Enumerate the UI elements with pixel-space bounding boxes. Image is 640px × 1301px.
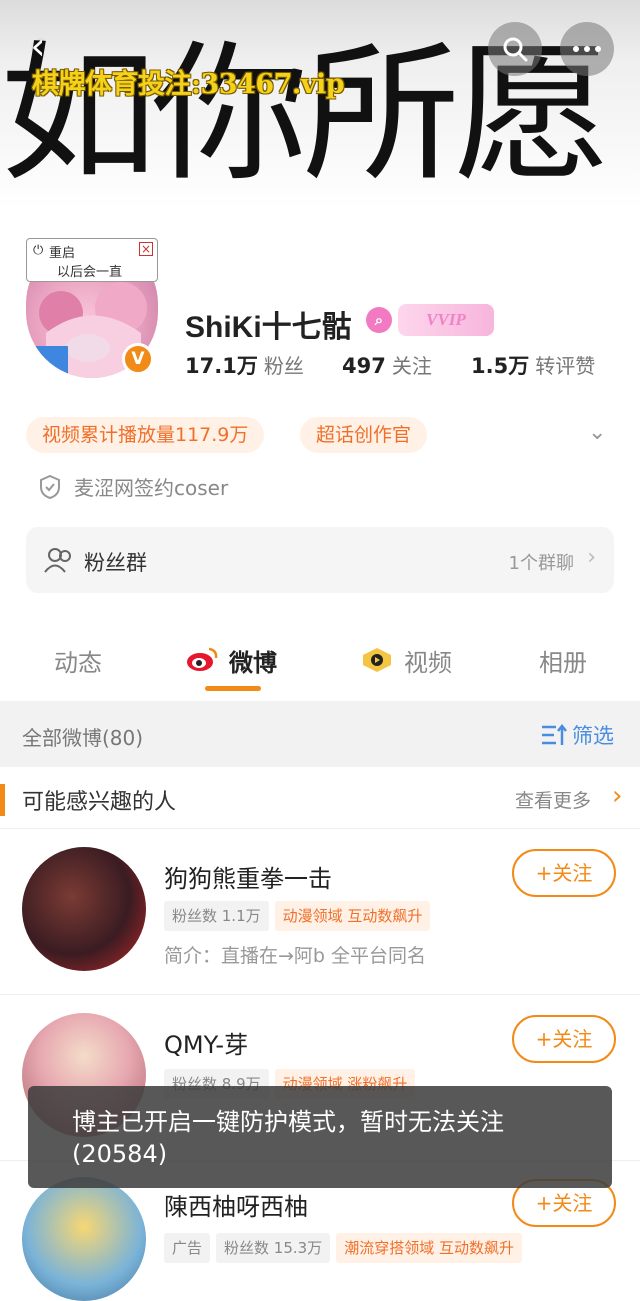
power-icon: ⏻ [33,243,44,258]
follow-label: 关注 [552,1027,593,1051]
follow-button[interactable]: +关注 [512,849,616,897]
plus-icon: + [535,861,553,885]
chip: 广告 [164,1233,211,1263]
close-icon: × [139,242,153,256]
user-chips: 广告 粉丝数 15.3万 潮流穿搭领域 互动数飙升 [164,1233,522,1263]
filter-button[interactable]: 筛选 [540,720,614,750]
more-icon [573,46,601,52]
chip: 粉丝数 1.1万 [164,901,269,931]
stat-number: 497 [342,354,386,378]
chip: 动漫领域 互动数飙升 [274,901,431,931]
plus-icon: + [535,1191,553,1215]
chevron-down-icon[interactable]: ⌄ [588,420,606,445]
filter-label: 筛选 [572,724,614,748]
more-button[interactable] [560,22,614,76]
group-icon [44,548,71,573]
suggested-user-row[interactable]: 狗狗熊重拳一击 粉丝数 1.1万 动漫领域 互动数飙升 简介：直播在→阿b 全平… [0,828,640,995]
toast-message: 博主已开启一键防护模式，暂时无法关注(20584) [28,1086,612,1188]
signed-text: 麦涩网签约coser [74,476,229,500]
popup-text: 以后会一直 [57,265,123,280]
tab-active-indicator [205,686,261,691]
stat-interactions[interactable]: 1.5万 转评赞 [471,350,595,380]
follow-button[interactable]: +关注 [512,1015,616,1063]
user-intro: 简介：直播在→阿b 全平台同名 [164,945,427,967]
stat-label: 粉丝 [263,354,304,378]
suggested-user-name[interactable]: 陳西柚呀西柚 [164,1187,308,1222]
section-marker [0,784,5,816]
stat-label: 转评赞 [535,354,596,378]
fans-group-label: 粉丝群 [84,551,147,575]
stat-followers[interactable]: 17.1万 粉丝 [185,350,304,380]
profile-banner: 如你所愿 [0,0,640,225]
chevron-right-icon: › [587,545,596,570]
avatar-popup-window: ⏻ 重启 以后会一直 × [26,238,158,282]
stat-number: 17.1万 [185,354,258,378]
restart-label: 重启 [49,246,76,261]
weibo-logo-icon [185,646,219,676]
filter-bar: 全部微博(80) 筛选 [0,701,640,767]
tag-video-plays[interactable]: 视频累计播放量117.9万 [26,417,265,453]
level-icon: ⌕ [366,307,392,333]
search-icon [503,37,528,62]
user-chips: 粉丝数 1.1万 动漫领域 互动数飙升 [164,901,431,931]
tab-feed[interactable]: 动态 [54,643,102,678]
tab-album[interactable]: 相册 [539,643,587,678]
chevron-right-icon[interactable]: › [612,781,622,811]
fans-group-count: 1个群聊 [508,553,574,574]
video-tab-icon [360,646,394,678]
chip: 粉丝数 15.3万 [216,1233,331,1263]
tab-video[interactable]: 视频 [404,643,452,678]
tag-super-topic[interactable]: 超话创作官 [300,417,428,453]
follow-label: 关注 [552,1191,593,1215]
signed-info: 麦涩网签约coser [38,472,228,501]
stat-label: 关注 [391,354,432,378]
plus-icon: + [535,1027,553,1051]
avatar[interactable] [22,1177,146,1301]
suggest-title: 可能感兴趣的人 [22,790,177,815]
suggested-user-name[interactable]: QMY-芽 [164,1025,248,1060]
all-posts-label[interactable]: 全部微博(80) [22,722,143,751]
suggest-header: 可能感兴趣的人 查看更多 › [0,768,640,828]
tab-weibo[interactable]: 微博 [229,643,277,678]
search-button[interactable] [488,22,542,76]
banner-handwriting: 如你所愿 [0,28,611,202]
suggested-user-name[interactable]: 狗狗熊重拳一击 [164,859,332,894]
chip: 潮流穿搭领域 互动数飙升 [336,1233,522,1263]
verified-badge-icon: V [122,343,154,375]
stat-number: 1.5万 [471,354,530,378]
stat-following[interactable]: 497 关注 [342,350,432,379]
filter-icon [542,723,567,745]
see-more-link[interactable]: 查看更多 [515,786,591,813]
watermark-text: 棋牌体育投注:33467.vip [32,69,345,100]
shield-icon [40,474,60,499]
vip-badge[interactable]: VVIP [398,304,494,336]
avatar[interactable] [22,847,146,971]
fans-group-card[interactable]: 粉丝群 1个群聊 › [26,527,614,593]
profile-name: ShiKi十七骷 [185,311,352,344]
follow-label: 关注 [552,861,593,885]
